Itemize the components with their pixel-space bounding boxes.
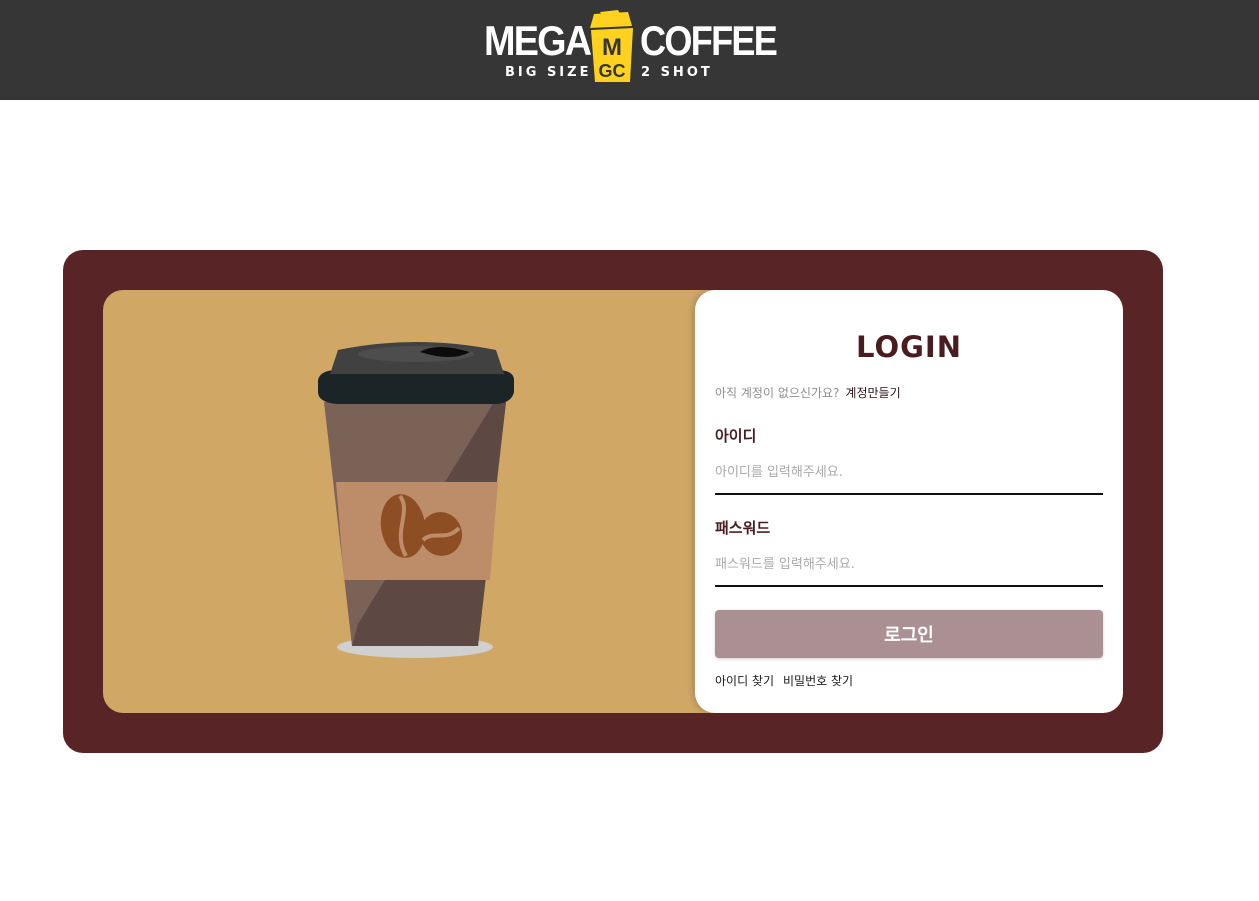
login-frame: LOGIN 아직 계정이 없으신가요? 계정만들기 아이디 패스워드 로그인 아이…	[63, 250, 1163, 753]
signup-question: 아직 계정이 없으신가요?	[715, 386, 840, 400]
find-password-link[interactable]: 비밀번호 찾기	[783, 674, 853, 688]
svg-text:M: M	[602, 34, 622, 61]
login-title: LOGIN	[856, 330, 962, 364]
logo-cup-icon: M GC	[590, 10, 633, 82]
signup-link[interactable]: 계정만들기	[845, 386, 900, 400]
svg-text:GC: GC	[599, 61, 626, 81]
password-input[interactable]	[715, 543, 1103, 587]
password-label: 패스워드	[715, 519, 771, 537]
login-button[interactable]: 로그인	[715, 610, 1103, 658]
login-panel: LOGIN 아직 계정이 없으신가요? 계정만들기 아이디 패스워드 로그인 아이…	[103, 290, 1123, 713]
logo-tagline-2-shot: 2 SHOT	[641, 65, 713, 80]
coffee-cup-icon	[318, 342, 514, 658]
logo-tagline-big-size: BIG SIZE	[505, 65, 592, 80]
logo-word-mega: MEGA	[484, 17, 592, 64]
signup-prompt: 아직 계정이 없으신가요? 계정만들기	[715, 385, 901, 401]
top-bar: MEGA M GC COFFEE BIG SIZE 2 SHOT	[0, 0, 1259, 100]
account-recovery-links: 아이디 찾기 비밀번호 찾기	[715, 673, 862, 689]
mega-coffee-logo[interactable]: MEGA M GC COFFEE BIG SIZE 2 SHOT	[480, 6, 778, 86]
id-label: 아이디	[715, 427, 757, 445]
logo-word-coffee: COFFEE	[640, 17, 778, 64]
find-id-link[interactable]: 아이디 찾기	[715, 674, 774, 688]
login-card: LOGIN 아직 계정이 없으신가요? 계정만들기 아이디 패스워드 로그인 아이…	[695, 290, 1123, 713]
id-input[interactable]	[715, 451, 1103, 495]
